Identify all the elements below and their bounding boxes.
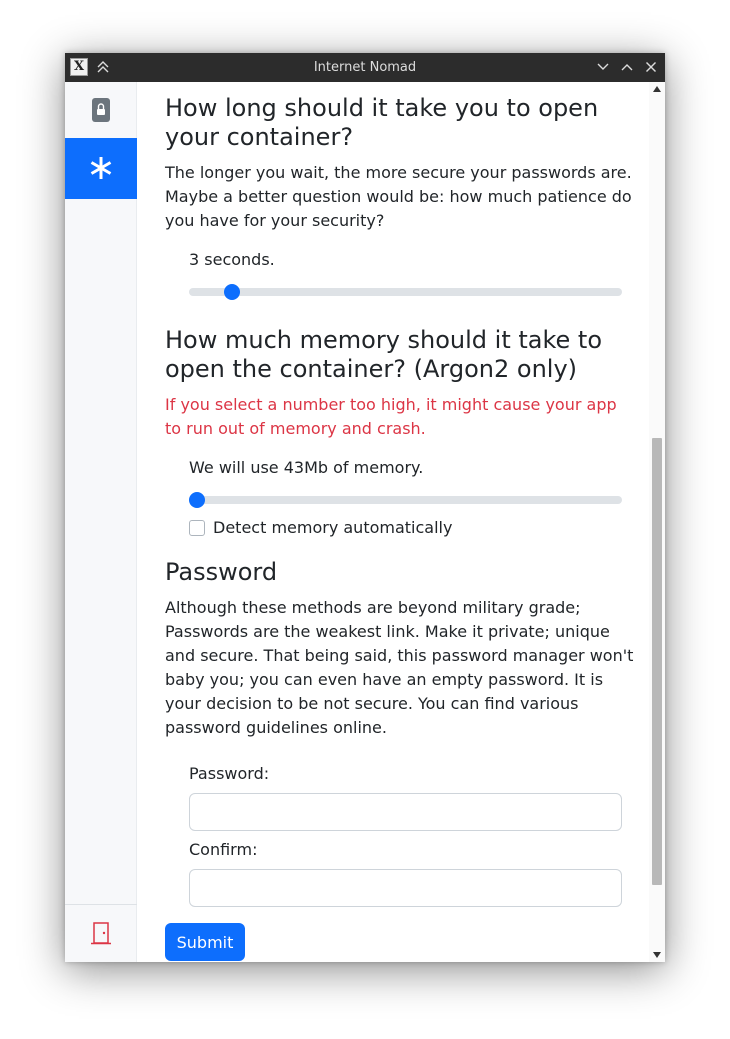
password-label: Password: <box>189 764 270 783</box>
memory-slider[interactable] <box>189 492 622 508</box>
sidebar-item-lock[interactable] <box>65 82 137 138</box>
sidebar <box>65 82 137 962</box>
sidebar-item-password-settings[interactable] <box>65 138 137 199</box>
scrollbar-thumb[interactable] <box>652 438 662 885</box>
scroll-up-arrow-icon[interactable] <box>653 86 661 92</box>
asterisk-icon <box>90 157 112 179</box>
scroll-down-arrow-icon[interactable] <box>653 952 661 958</box>
confirm-label: Confirm: <box>189 840 258 859</box>
detect-memory-checkbox[interactable] <box>189 520 205 536</box>
sidebar-item-exit[interactable] <box>65 904 137 962</box>
memory-slider-label: We will use 43Mb of memory. <box>189 458 424 477</box>
main-content: How long should it take you to open your… <box>165 82 655 962</box>
detect-memory-label[interactable]: Detect memory automatically <box>213 516 452 540</box>
vertical-scrollbar[interactable] <box>649 82 665 962</box>
confirm-input[interactable] <box>189 869 622 907</box>
time-slider-label: 3 seconds. <box>189 250 275 269</box>
lock-icon <box>92 98 110 122</box>
time-description: The longer you wait, the more secure you… <box>165 163 632 230</box>
password-input[interactable] <box>189 793 622 831</box>
close-icon[interactable] <box>643 59 659 75</box>
memory-heading: How much memory should it take to open t… <box>165 326 603 383</box>
window-title: Internet Nomad <box>313 60 417 75</box>
memory-warning: If you select a number too high, it migh… <box>165 395 617 438</box>
app-window: X Internet Nomad How long should it take… <box>65 53 665 962</box>
time-heading: How long should it take you to open your… <box>165 94 599 151</box>
maximize-icon[interactable] <box>619 59 635 75</box>
password-description: Although these methods are beyond milita… <box>165 598 634 737</box>
time-slider-thumb[interactable] <box>224 284 241 300</box>
password-heading: Password <box>165 558 278 586</box>
submit-button[interactable]: Submit <box>165 923 245 961</box>
memory-slider-thumb[interactable] <box>189 492 205 508</box>
door-exit-icon <box>91 922 111 945</box>
time-slider[interactable] <box>189 284 622 300</box>
minimize-icon[interactable] <box>595 59 611 75</box>
title-bar: X Internet Nomad <box>65 53 665 82</box>
